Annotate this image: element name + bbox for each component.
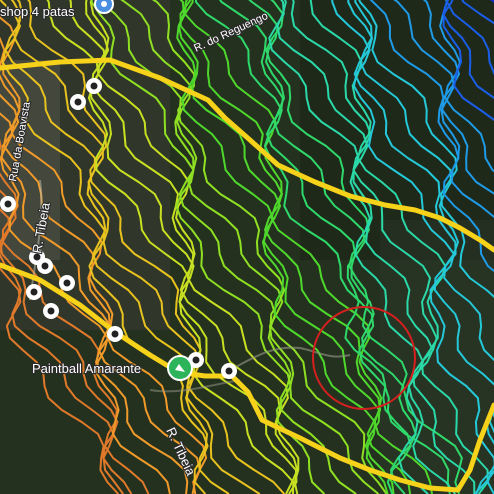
poi-marker[interactable] xyxy=(86,78,102,94)
topographic-map[interactable]: shop 4 patas R. do Reguengo Rua da Boavi… xyxy=(0,0,494,494)
poi-marker[interactable] xyxy=(107,326,123,342)
poi-marker[interactable] xyxy=(37,258,53,274)
poi-marker[interactable] xyxy=(26,284,42,300)
paintball-label[interactable]: Paintball Amarante xyxy=(31,360,142,377)
shop-pin[interactable] xyxy=(94,0,114,14)
poi-marker[interactable] xyxy=(43,303,59,319)
poi-marker[interactable] xyxy=(59,275,75,291)
poi-marker[interactable] xyxy=(221,363,237,379)
poi-marker[interactable] xyxy=(70,94,86,110)
poi-marker[interactable] xyxy=(0,196,16,212)
shop-label[interactable]: shop 4 patas xyxy=(0,3,76,20)
map-canvas[interactable]: shop 4 patas R. do Reguengo Rua da Boavi… xyxy=(0,0,494,494)
paintball-pin[interactable] xyxy=(167,355,193,381)
